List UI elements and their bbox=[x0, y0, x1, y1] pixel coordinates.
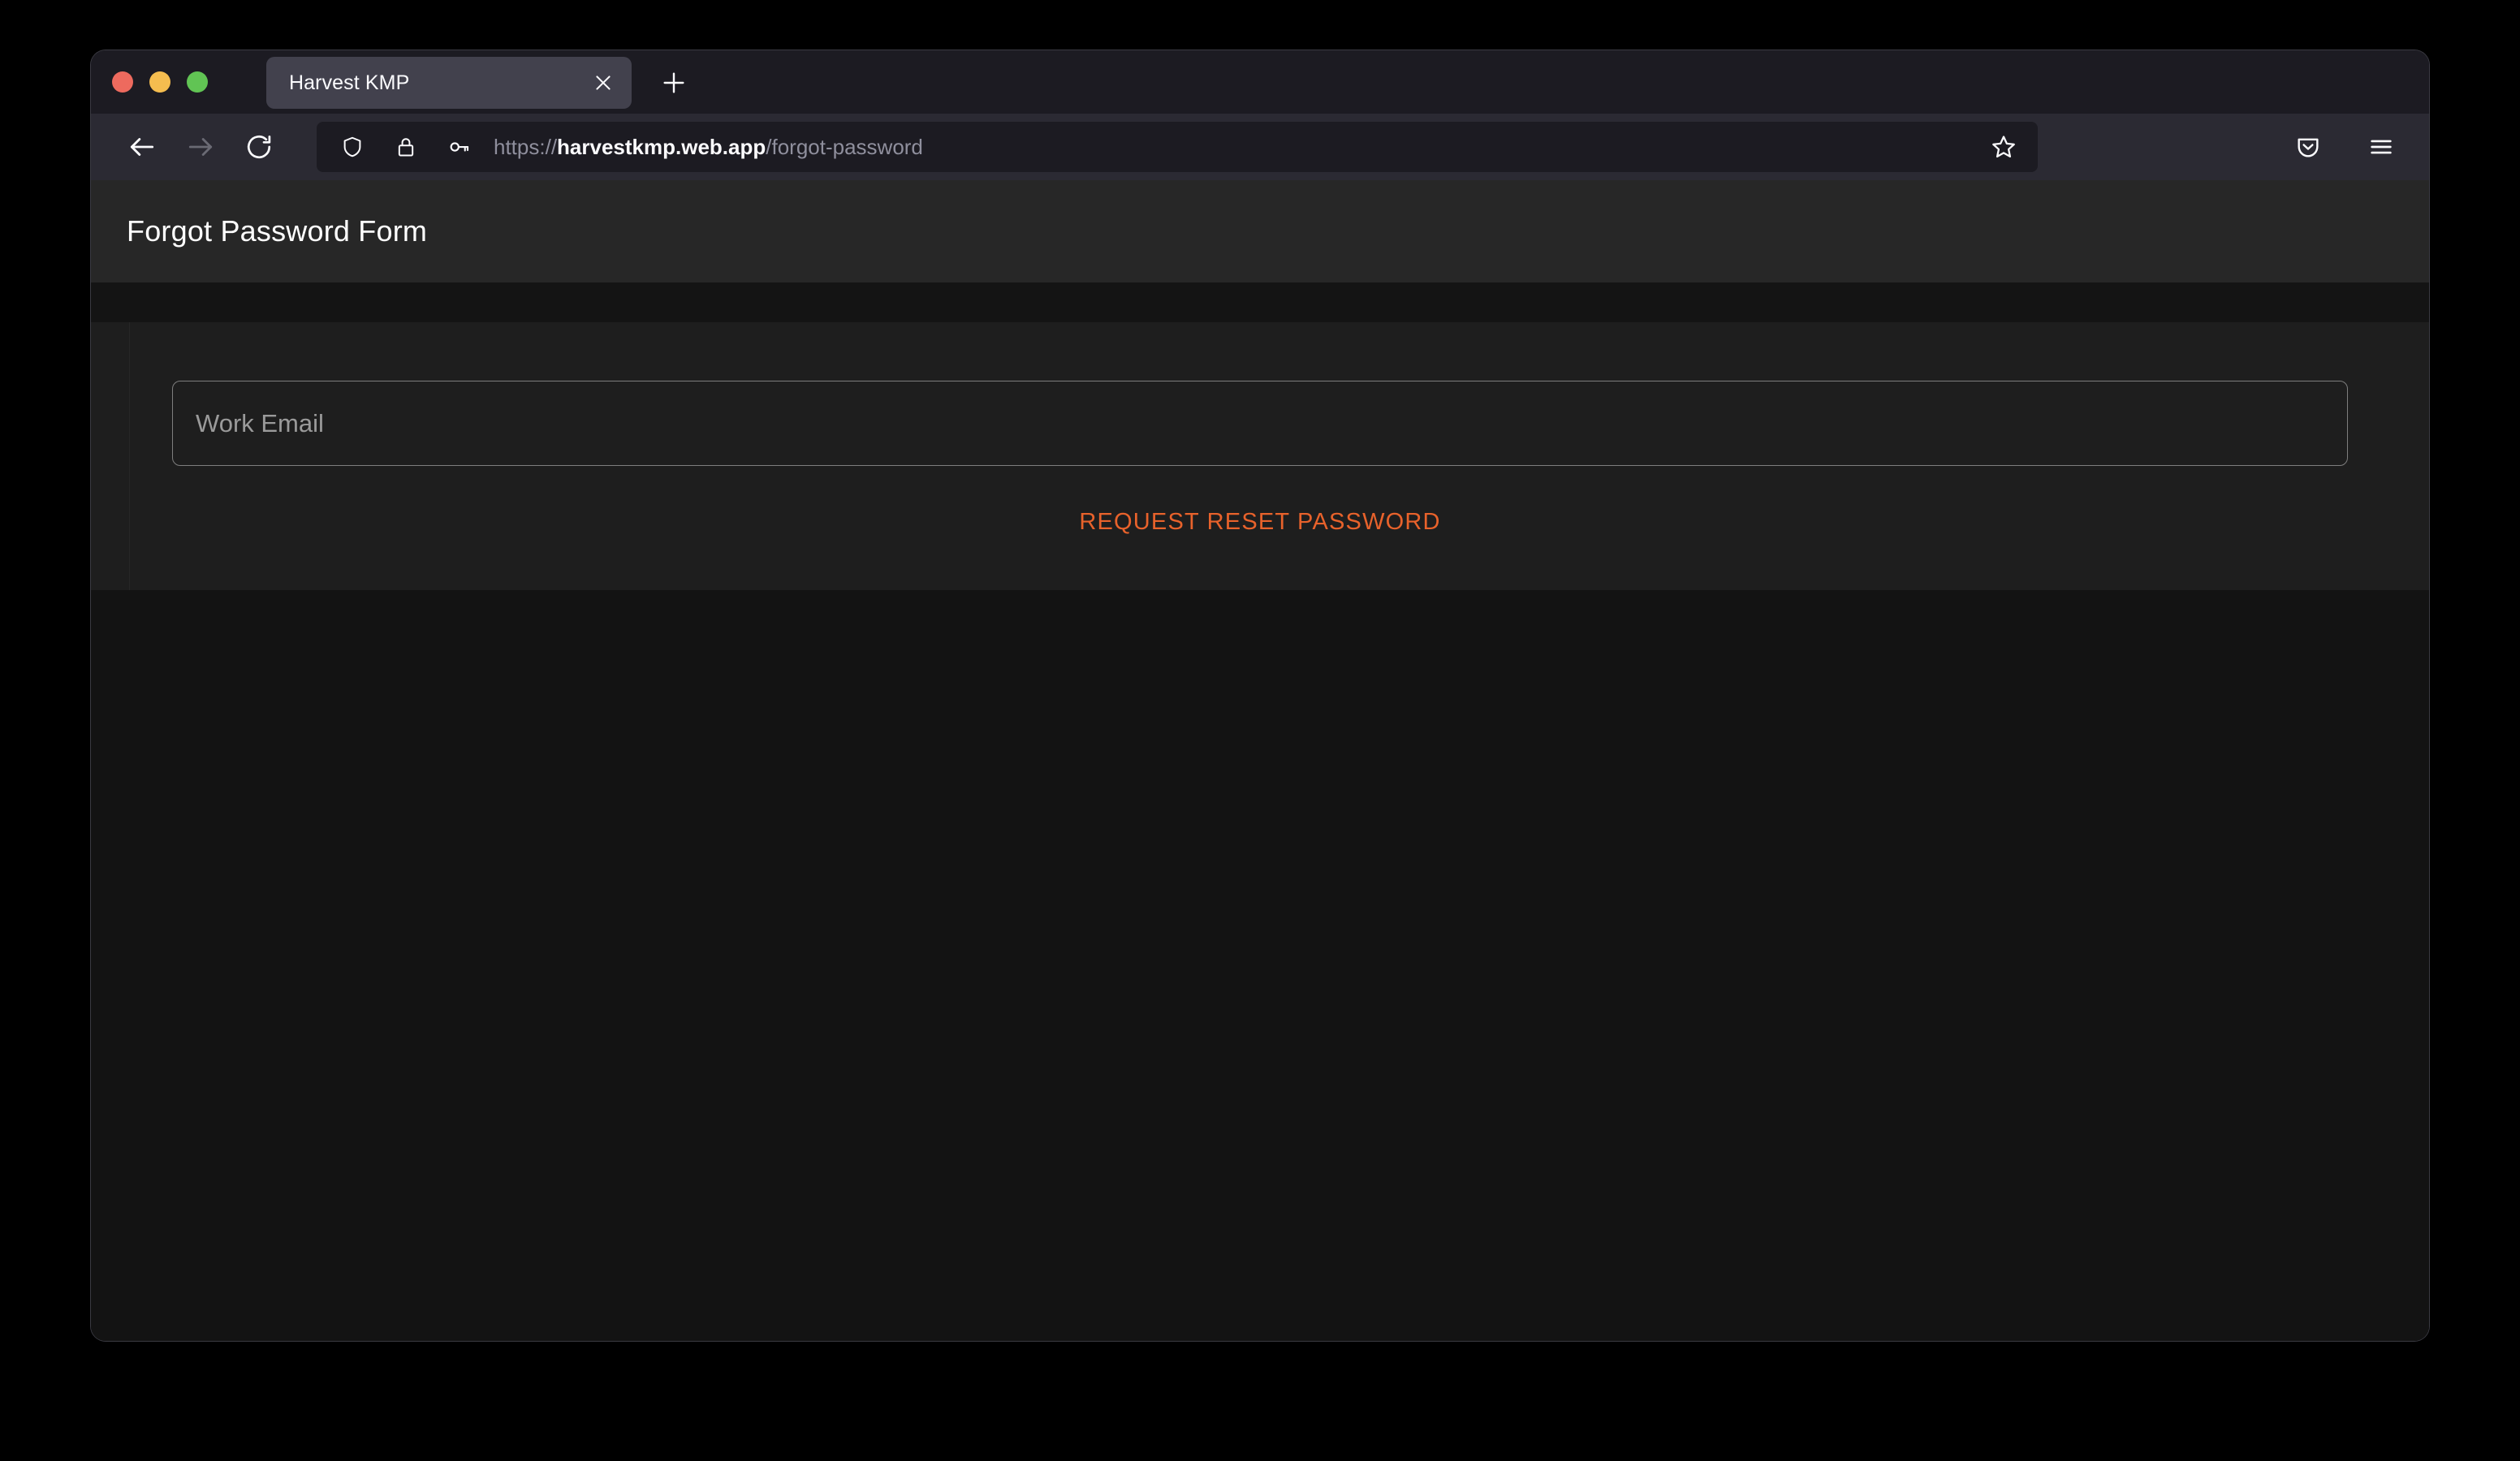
request-reset-password-label: REQUEST RESET PASSWORD bbox=[1079, 509, 1441, 535]
browser-window: Harvest KMP https://harvestkmp.web.app/f… bbox=[91, 50, 2429, 1341]
app-bar-shadow-strip bbox=[91, 282, 2429, 322]
key-icon[interactable] bbox=[442, 129, 477, 165]
toolbar-right-actions bbox=[2275, 122, 2406, 172]
back-arrow-icon[interactable] bbox=[117, 122, 167, 172]
window-controls bbox=[112, 71, 208, 93]
minimize-window-button[interactable] bbox=[149, 71, 170, 93]
url-domain: harvestkmp.web.app bbox=[557, 134, 766, 159]
lock-icon[interactable] bbox=[388, 129, 424, 165]
hamburger-menu-icon[interactable] bbox=[2356, 122, 2406, 172]
maximize-window-button[interactable] bbox=[187, 71, 208, 93]
url-path: /forgot-password bbox=[766, 134, 923, 159]
forgot-password-form-panel: Work Email REQUEST RESET PASSWORD bbox=[91, 322, 2429, 590]
close-icon[interactable] bbox=[589, 69, 617, 97]
url-text[interactable]: https://harvestkmp.web.app/forgot-passwo… bbox=[494, 135, 1981, 160]
tab-harvest-kmp[interactable]: Harvest KMP bbox=[266, 57, 632, 109]
address-bar[interactable]: https://harvestkmp.web.app/forgot-passwo… bbox=[317, 122, 2038, 172]
work-email-placeholder: Work Email bbox=[196, 408, 324, 437]
plus-icon[interactable] bbox=[653, 62, 695, 104]
close-window-button[interactable] bbox=[112, 71, 133, 93]
work-email-input[interactable]: Work Email bbox=[172, 381, 2348, 466]
shield-icon[interactable] bbox=[334, 129, 370, 165]
app-bar: Forgot Password Form bbox=[91, 180, 2429, 282]
pocket-icon[interactable] bbox=[2283, 122, 2333, 172]
page-viewport: Forgot Password Form Work Email REQUEST … bbox=[91, 180, 2429, 1341]
navigation-toolbar: https://harvestkmp.web.app/forgot-passwo… bbox=[91, 114, 2429, 180]
tab-list: Harvest KMP bbox=[266, 57, 695, 109]
tab-title: Harvest KMP bbox=[289, 71, 410, 94]
reload-icon[interactable] bbox=[234, 122, 284, 172]
star-icon[interactable] bbox=[1981, 124, 2026, 170]
request-reset-password-button[interactable]: REQUEST RESET PASSWORD bbox=[91, 499, 2429, 545]
content-left-gutter bbox=[91, 322, 130, 590]
page-title: Forgot Password Form bbox=[127, 214, 428, 248]
url-scheme: https:// bbox=[494, 134, 558, 159]
forward-arrow-icon[interactable] bbox=[175, 122, 226, 172]
page-empty-area bbox=[91, 590, 2429, 1341]
tab-strip: Harvest KMP bbox=[91, 50, 2429, 114]
